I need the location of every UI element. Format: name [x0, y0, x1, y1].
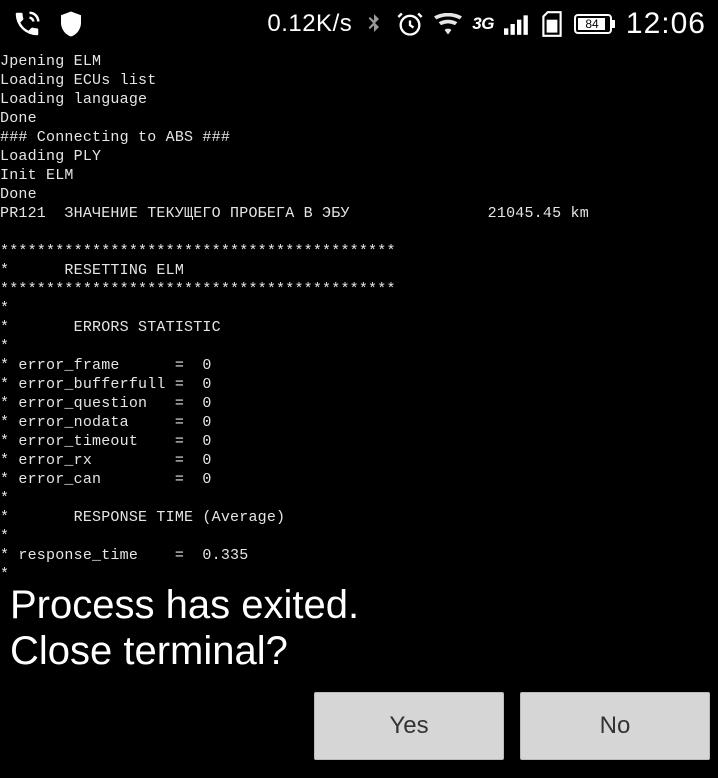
- bluetooth-icon: [362, 10, 386, 38]
- clock: 12:06: [626, 7, 706, 41]
- no-button[interactable]: No: [520, 692, 710, 760]
- status-left: [12, 9, 86, 39]
- alarm-icon: [396, 10, 424, 38]
- dialog-message: Process has exited. Close terminal?: [10, 582, 710, 674]
- battery-icon: 84: [574, 12, 616, 36]
- wifi-icon: [434, 13, 462, 35]
- dialog-line-1: Process has exited.: [10, 582, 710, 628]
- network-type: 3G: [472, 14, 494, 34]
- dialog-buttons: Yes No: [8, 692, 710, 760]
- sim-icon: !: [540, 10, 564, 38]
- dialog-line-2: Close terminal?: [10, 628, 710, 674]
- data-speed: 0.12K/s: [267, 10, 352, 38]
- svg-text:!: !: [551, 21, 554, 32]
- exit-dialog: Process has exited. Close terminal? Yes …: [0, 582, 718, 778]
- status-right: 0.12K/s 3G ! 84 12:06: [267, 7, 706, 41]
- phone-icon: [12, 9, 42, 39]
- svg-text:84: 84: [585, 17, 599, 31]
- shield-icon: [56, 9, 86, 39]
- terminal-output: Jpening ELM Loading ECUs list Loading la…: [0, 48, 718, 584]
- signal-icon: [504, 13, 530, 35]
- yes-button[interactable]: Yes: [314, 692, 504, 760]
- status-bar: 0.12K/s 3G ! 84 12:06: [0, 0, 718, 48]
